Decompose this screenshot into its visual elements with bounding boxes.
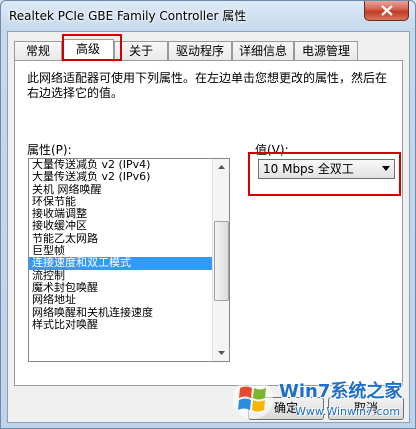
property-list-item[interactable]: 接收端调整 (29, 208, 213, 220)
ok-button[interactable]: 确定 (248, 397, 324, 420)
tab-advanced[interactable]: 高级 (62, 39, 114, 62)
value-label: 值(V): (255, 143, 289, 157)
value-dropdown-selected: 10 Mbps 全双工 (263, 162, 354, 176)
property-list-item[interactable]: 节能乙太网路 (29, 233, 213, 245)
tab-strip: 常规 高级 关于 驱动程序 详细信息 电源管理 (14, 39, 404, 62)
property-list-item[interactable]: 环保节能 (29, 196, 213, 208)
property-listbox[interactable]: 大量传送减负 v2 (IPv4) 大量传送减负 v2 (IPv6) 关机 网络唤醒环… (28, 158, 230, 362)
advanced-panel: 此网络适配器可使用下列属性。在左边单击您想更改的属性，然后在右边选择它的值。 属… (14, 60, 403, 386)
property-list-scrollbar[interactable] (212, 159, 229, 361)
property-list-item[interactable]: 关机 网络唤醒 (29, 184, 213, 196)
property-list-item[interactable]: 样式比对唤醒 (29, 319, 213, 331)
scroll-up-button[interactable] (213, 159, 229, 175)
tab-general[interactable]: 常规 (14, 41, 62, 60)
value-dropdown[interactable]: 10 Mbps 全双工 (258, 159, 395, 179)
tab-driver[interactable]: 驱动程序 (168, 41, 232, 60)
property-list-item[interactable]: 大量传送减负 v2 (IPv6) (29, 171, 213, 183)
scroll-down-arrow-icon (217, 351, 225, 355)
tab-power-management[interactable]: 电源管理 (294, 41, 358, 60)
property-list-item[interactable]: 流控制 (29, 270, 213, 282)
property-list-item[interactable]: 网络地址 (29, 294, 213, 306)
tab-about[interactable]: 关于 (114, 41, 168, 60)
property-list-item[interactable]: 大量传送减负 v2 (IPv4) (29, 159, 213, 171)
close-icon (380, 5, 393, 16)
properties-window: Realtek PCIe GBE Family Controller 属性 常规… (0, 0, 416, 429)
scroll-down-button[interactable] (213, 345, 229, 361)
property-list-item[interactable]: 接收缓冲区 (29, 220, 213, 232)
title-bar[interactable]: Realtek PCIe GBE Family Controller 属性 (1, 1, 415, 31)
dialog-client-area: 常规 高级 关于 驱动程序 详细信息 电源管理 此网络适配器可使用下列属性。在左… (7, 31, 410, 423)
scroll-up-arrow-icon (217, 165, 225, 169)
cancel-button[interactable]: 取消 (328, 397, 404, 420)
tab-details[interactable]: 详细信息 (232, 41, 294, 60)
close-button[interactable] (364, 1, 409, 21)
property-label: 属性(P): (27, 143, 72, 157)
property-list-item[interactable]: 魔术封包唤醒 (29, 282, 213, 294)
property-list: 大量传送减负 v2 (IPv4) 大量传送减负 v2 (IPv6) 关机 网络唤醒环… (29, 159, 213, 331)
property-list-item[interactable]: 连接速度和双工模式 (29, 257, 213, 270)
window-title: Realtek PCIe GBE Family Controller 属性 (9, 9, 247, 23)
property-list-item[interactable]: 巨型帧 (29, 245, 213, 257)
advanced-description: 此网络适配器可使用下列属性。在左边单击您想更改的属性，然后在右边选择它的值。 (27, 71, 388, 100)
scrollbar-thumb[interactable] (214, 221, 229, 301)
property-list-item[interactable]: 网络唤醒和关机连接速度 (29, 307, 213, 319)
chevron-down-icon (382, 166, 390, 171)
